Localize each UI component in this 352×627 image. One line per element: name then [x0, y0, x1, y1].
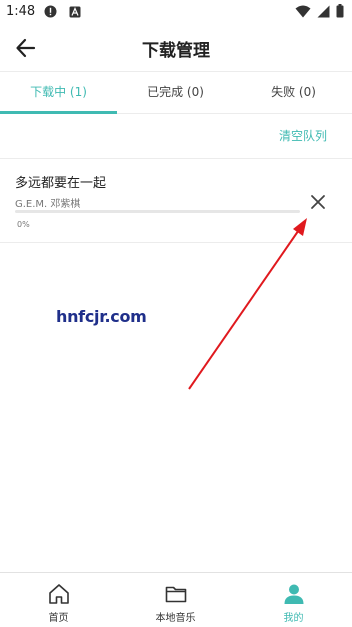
- download-list-item: 多远都要在一起 G.E.M. 邓紫棋 0%: [0, 160, 352, 242]
- download-progress-text: 0%: [17, 220, 30, 229]
- status-bar: 1:48: [0, 0, 352, 24]
- battery-icon: [336, 4, 344, 18]
- nav-home-label: 首页: [48, 613, 69, 624]
- wifi-icon: [295, 5, 311, 17]
- close-icon: [311, 195, 325, 209]
- status-time: 1:48: [6, 4, 36, 19]
- alert-circle-icon: [44, 5, 57, 18]
- remove-download-button[interactable]: [307, 191, 329, 213]
- active-tab-indicator: [0, 111, 117, 114]
- tab-bar: 下载中 (1) 已完成 (0) 失败 (0): [0, 72, 352, 114]
- nav-mine[interactable]: 我的: [235, 573, 352, 627]
- bottom-nav: 首页 本地音乐 我的: [0, 572, 352, 627]
- nav-local-music-label: 本地音乐: [155, 613, 196, 624]
- nav-home[interactable]: 首页: [0, 573, 117, 627]
- song-artist: G.E.M. 邓紫棋: [15, 199, 81, 210]
- divider: [0, 158, 352, 159]
- person-icon: [284, 584, 304, 604]
- font-download-icon: [69, 6, 81, 17]
- app-header: 下载管理: [0, 24, 352, 72]
- tab-failed[interactable]: 失败 (0): [235, 72, 352, 114]
- nav-mine-label: 我的: [283, 613, 304, 624]
- song-title: 多远都要在一起: [15, 176, 107, 191]
- cell-signal-icon: [317, 5, 330, 17]
- status-left-icons: [44, 5, 81, 18]
- tab-downloading[interactable]: 下载中 (1): [0, 72, 117, 114]
- divider: [0, 242, 352, 243]
- tab-completed[interactable]: 已完成 (0): [117, 72, 234, 114]
- clear-queue-button[interactable]: 清空队列: [279, 127, 327, 144]
- download-progress-bar: [15, 210, 300, 213]
- home-icon: [49, 584, 69, 604]
- watermark-text: hnfcjr.com: [56, 307, 147, 326]
- folder-icon: [165, 586, 187, 603]
- nav-local-music[interactable]: 本地音乐: [117, 573, 234, 627]
- status-right-icons: [295, 4, 344, 18]
- page-title: 下载管理: [142, 41, 210, 61]
